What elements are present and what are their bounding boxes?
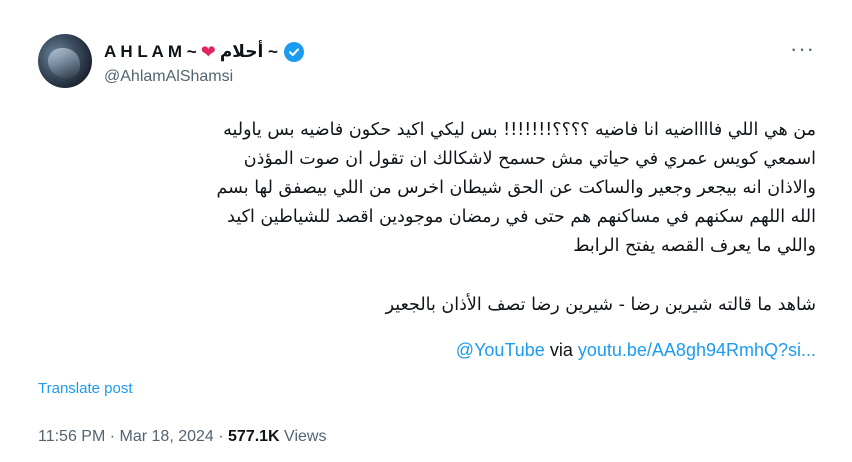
link-title: شاهد ما قالته شيرين رضا - شيرين رضا تصف …	[385, 295, 816, 315]
tweet-text: من هي اللي فااااضيه انا فاضيه ؟؟؟؟!!!!!!…	[36, 116, 816, 320]
views-count: 577.1K	[228, 428, 280, 445]
separator: ·	[105, 428, 120, 445]
link-line: @YouTube via youtu.be/AA8gh94RmhQ?si...	[456, 340, 816, 361]
tweet-line: الله اللهم سكنهم في مساكنهم هم حتى في رم…	[227, 207, 816, 227]
author-handle[interactable]: @AhlamAlShamsi	[104, 68, 233, 86]
author-name-arabic: ~ أحلام	[219, 42, 278, 61]
translate-post-link[interactable]: Translate post	[38, 380, 133, 397]
separator: ·	[213, 428, 229, 445]
avatar-image	[48, 48, 80, 78]
tweet-date[interactable]: Mar 18, 2024	[120, 428, 214, 445]
avatar[interactable]	[38, 34, 92, 88]
tweet-line: والاذان انه بيجعر وجعير والساكت عن الحق …	[216, 178, 816, 198]
tweet-time[interactable]: 11:56 PM	[38, 428, 105, 445]
heart-icon: ❤	[200, 41, 216, 62]
via-text: via	[549, 340, 573, 360]
tweet-line: اسمعي كويس عمري في حياتي مش حسمح لاشكالك…	[243, 149, 816, 169]
tweet-line: من هي اللي فااااضيه انا فاضيه ؟؟؟؟!!!!!!…	[223, 120, 816, 140]
youtube-mention-link[interactable]: @YouTube	[456, 340, 545, 360]
author-name-latin: A H L A M ~	[104, 42, 197, 61]
views-label: Views	[279, 428, 327, 445]
youtube-url-link[interactable]: youtu.be/AA8gh94RmhQ?si...	[578, 340, 816, 360]
author-name[interactable]: A H L A M ~ ❤ ~ أحلام	[104, 40, 304, 64]
verified-badge-icon	[283, 42, 304, 62]
tweet-metadata: 11:56 PM · Mar 18, 2024 · 577.1K Views	[38, 428, 326, 446]
tweet-line: واللي ما يعرف القصه يفتح الرابط	[573, 236, 816, 256]
more-options-icon[interactable]: ···	[790, 38, 815, 60]
